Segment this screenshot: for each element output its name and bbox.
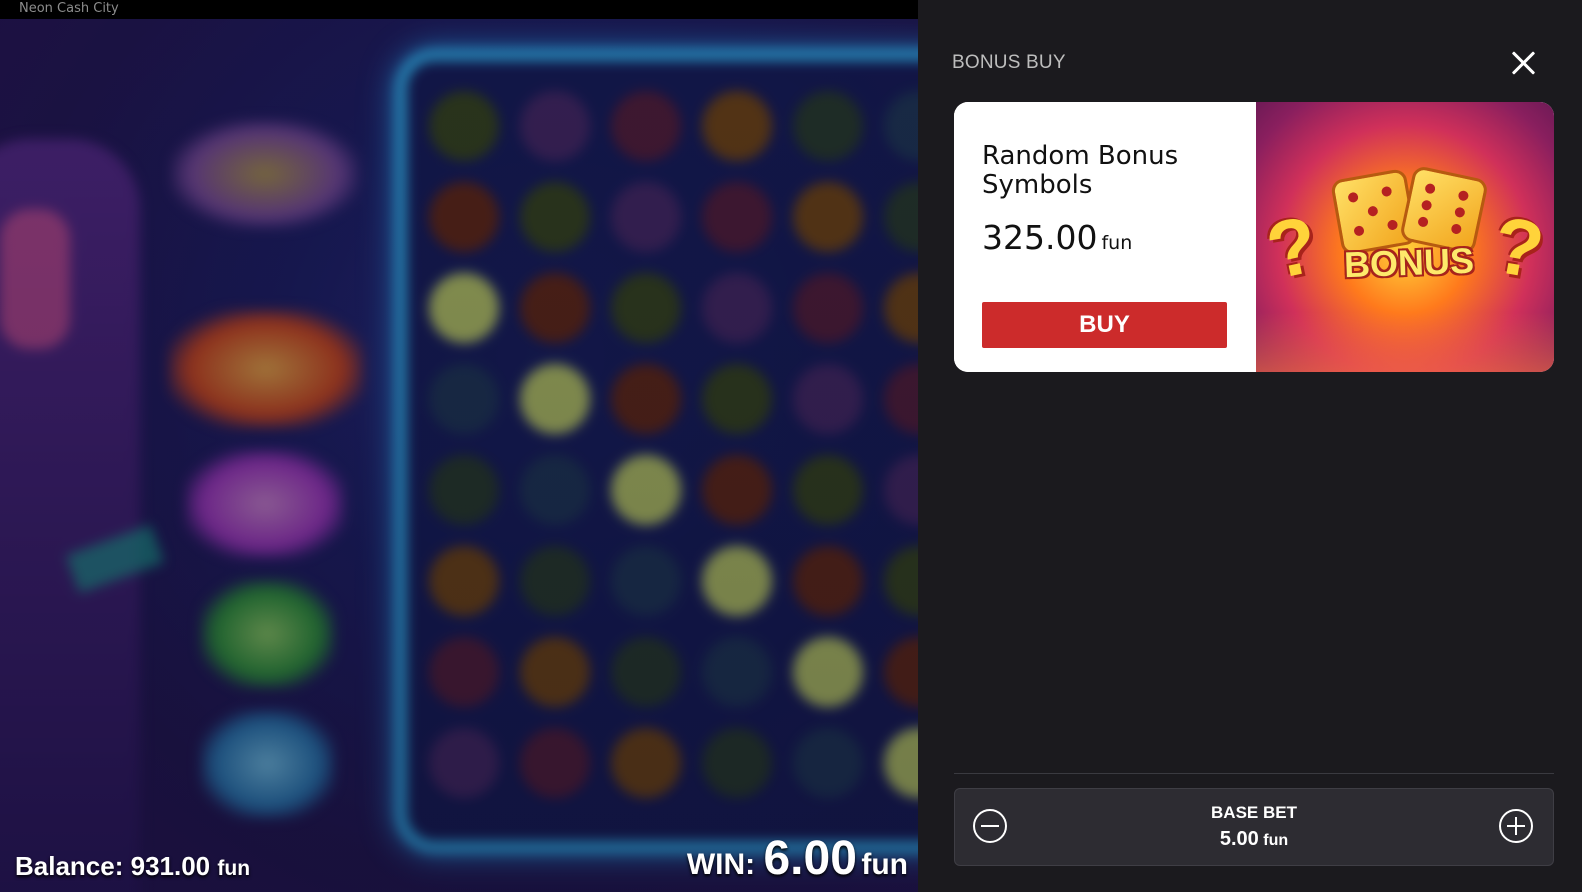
- plus-circle-icon[interactable]: [1499, 809, 1533, 843]
- bonus-card-info: Random Bonus Symbols 325.00 fun BUY: [954, 102, 1256, 372]
- overlay-dim: [0, 19, 918, 892]
- win-label: WIN:: [686, 848, 764, 881]
- bonus-price-amount: 325.00: [982, 218, 1098, 257]
- bonus-art-text: BONUS: [1343, 239, 1475, 286]
- balance-display: Balance: 931.00 fun: [15, 851, 250, 882]
- bonus-card: Random Bonus Symbols 325.00 fun BUY ? BO…: [954, 102, 1554, 372]
- bonus-name: Random Bonus Symbols: [982, 141, 1179, 200]
- question-mark-left: ?: [1259, 198, 1326, 297]
- balance-unit: fun: [217, 857, 251, 880]
- art-skyline: [1256, 312, 1554, 372]
- bonus-buy-panel: BONUS BUY Random Bonus Symbols 325.00 fun…: [918, 0, 1582, 892]
- balance-label: Balance:: [15, 851, 131, 881]
- base-bet-unit: fun: [1263, 832, 1289, 849]
- question-mark-right: ?: [1486, 199, 1551, 296]
- base-bet-value: 5.00 fun: [955, 828, 1553, 851]
- win-display: WIN: 6.00 fun: [687, 831, 908, 886]
- win-unit: fun: [861, 848, 908, 881]
- bonus-artwork: ? BONUS ?: [1256, 102, 1554, 372]
- window-title: Neon Cash City: [0, 0, 918, 19]
- base-bet-control: BASE BET 5.00 fun: [954, 788, 1554, 866]
- win-value: 6.00: [763, 832, 857, 885]
- bonus-price: 325.00 fun: [982, 218, 1132, 257]
- bonus-price-unit: fun: [1101, 232, 1133, 254]
- panel-title: BONUS BUY: [952, 52, 1066, 73]
- close-icon[interactable]: [1510, 49, 1538, 77]
- buy-button[interactable]: BUY: [982, 302, 1227, 348]
- game-area: Neon Cash City Balance: 931.00 fun WIN: …: [0, 0, 918, 892]
- base-bet-label: BASE BET: [1211, 803, 1297, 822]
- balance-value: 931.00: [130, 851, 211, 881]
- base-bet-amount: 5.00: [1219, 828, 1259, 850]
- divider: [954, 773, 1554, 774]
